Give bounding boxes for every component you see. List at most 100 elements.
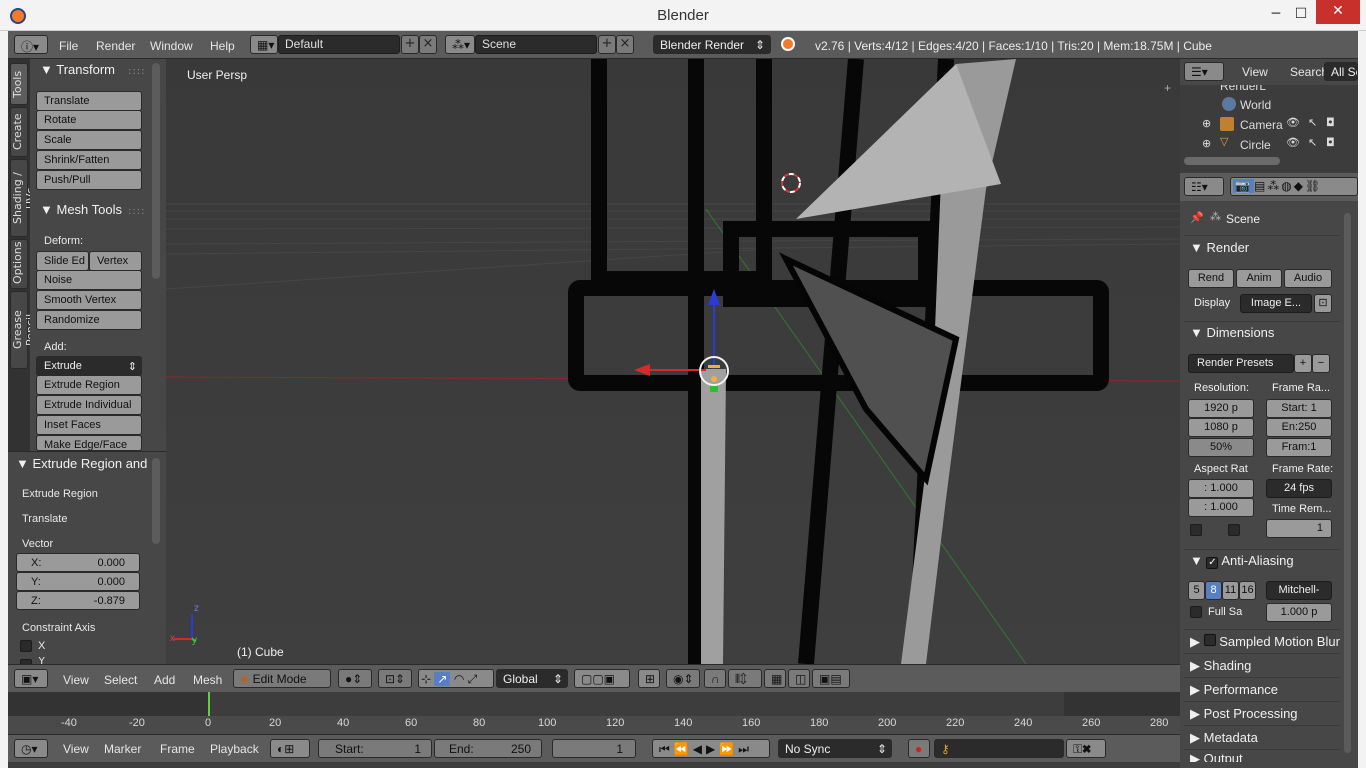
object-context-icon[interactable]: ◆: [1294, 179, 1305, 193]
proportional-edit-dropdown[interactable]: ◉⇕: [666, 669, 700, 688]
preview-range-icon[interactable]: ◐⊞: [270, 739, 310, 758]
current-frame-field[interactable]: 1: [552, 739, 636, 758]
redo-panel-header[interactable]: ▼ Extrude Region and: [16, 456, 148, 471]
aa-samples-11[interactable]: 11: [1222, 581, 1239, 600]
manipulator-toggles[interactable]: ⊹ ↗ ◠ ⤢: [418, 669, 494, 688]
tab-options[interactable]: Options: [10, 239, 28, 289]
metadata-panel-header[interactable]: ▶ Metadata: [1190, 730, 1258, 746]
motion-blur-checkbox[interactable]: [1203, 634, 1216, 646]
render-image-button[interactable]: Rend: [1188, 269, 1234, 288]
rotate-manipulator-icon[interactable]: ◠: [454, 672, 464, 686]
current-frame-marker[interactable]: [208, 692, 210, 718]
resolution-percentage-field[interactable]: 50%: [1188, 438, 1254, 457]
shrink-fatten-button[interactable]: Shrink/Fatten: [36, 150, 142, 170]
outliner-item-camera[interactable]: Camera: [1240, 118, 1283, 132]
editor-type-info-icon[interactable]: ⓘ▾: [14, 35, 48, 54]
editor-type-3d-icon[interactable]: ▣▾: [14, 669, 48, 688]
aspect-x-field[interactable]: : 1.000: [1188, 479, 1254, 498]
outliner-hscrollbar[interactable]: [1184, 157, 1280, 165]
make-edge-face-button[interactable]: Make Edge/Face: [36, 435, 142, 451]
extrude-individual-button[interactable]: Extrude Individual: [36, 395, 142, 415]
outliner-item-renderlayers[interactable]: RenderL: [1220, 85, 1266, 93]
drag-handle-icon[interactable]: ::::: [128, 206, 145, 217]
outliner-menu-view[interactable]: View: [1242, 65, 1268, 79]
aa-samples-16[interactable]: 16: [1239, 581, 1256, 600]
tab-create[interactable]: Create: [10, 107, 28, 157]
constraints-icon[interactable]: ⛓: [1305, 179, 1322, 193]
redo-scrollbar[interactable]: [152, 458, 160, 544]
remove-scene-button[interactable]: ×: [616, 35, 634, 54]
constraint-x-checkbox[interactable]: [20, 640, 32, 652]
randomize-button[interactable]: Randomize: [36, 310, 142, 330]
properties-scrollbar[interactable]: [1344, 213, 1351, 753]
render-layers-icon[interactable]: ▤: [1254, 179, 1267, 193]
viewport-shading-dropdown[interactable]: ●⇕: [338, 669, 372, 688]
render-camera-icon[interactable]: ◘: [1326, 136, 1335, 149]
resolution-y-field[interactable]: 1080 p: [1188, 418, 1254, 437]
vector-y-field[interactable]: Y: 0.000: [16, 572, 140, 591]
scene-context-icon[interactable]: ⁂: [1267, 179, 1281, 193]
3d-viewport[interactable]: User Persp (1) Cube z y x +: [166, 59, 1180, 664]
tab-shading-uvs[interactable]: Shading / UVs: [10, 159, 37, 237]
menu-view[interactable]: View: [63, 673, 89, 687]
pin-icon[interactable]: 📌: [1190, 211, 1204, 224]
world-context-icon[interactable]: ◍: [1281, 179, 1293, 193]
fps-dropdown[interactable]: 24 fps: [1266, 479, 1332, 498]
render-camera-icon[interactable]: ◘: [1326, 116, 1335, 129]
maximize-button[interactable]: ☐: [1287, 3, 1315, 25]
aspect-y-field[interactable]: : 1.000: [1188, 498, 1254, 517]
aa-samples-5[interactable]: 5: [1188, 581, 1205, 600]
end-frame-field[interactable]: End: 250: [434, 739, 542, 758]
output-panel-header[interactable]: ▶ Output: [1190, 754, 1243, 762]
snap-toggle-icon[interactable]: ∩: [704, 669, 726, 688]
filter-size-field[interactable]: 1.000 p: [1266, 603, 1332, 622]
toggle-properties-icon[interactable]: +: [1164, 81, 1171, 95]
render-engine-dropdown[interactable]: Blender Render ⇕: [653, 35, 771, 54]
aa-filter-dropdown[interactable]: Mitchell-: [1266, 581, 1332, 600]
dimensions-panel-header[interactable]: ▼ Dimensions: [1190, 325, 1274, 340]
performance-panel-header[interactable]: ▶ Performance: [1190, 682, 1278, 698]
push-pull-button[interactable]: Push/Pull: [36, 170, 142, 190]
tab-grease-pencil[interactable]: Grease Pencil: [10, 291, 37, 369]
aa-samples-8[interactable]: 8: [1205, 581, 1222, 600]
start-frame-field[interactable]: Start: 1: [318, 739, 432, 758]
scale-button[interactable]: Scale: [36, 130, 142, 150]
vector-x-field[interactable]: X: 0.000: [16, 553, 140, 572]
keying-set-field[interactable]: ⚷: [934, 739, 1064, 758]
select-cursor-icon[interactable]: ↖: [1308, 116, 1317, 129]
crop-checkbox[interactable]: [1228, 524, 1240, 536]
drag-handle-icon[interactable]: ::::: [128, 66, 145, 77]
smooth-vertex-button[interactable]: Smooth Vertex: [36, 290, 142, 310]
screen-layout-icon[interactable]: ▦▾: [250, 35, 278, 54]
motion-blur-panel-header[interactable]: ▶ Sampled Motion Blur: [1190, 634, 1340, 650]
layout-field[interactable]: Default: [278, 35, 400, 54]
slide-edge-button[interactable]: Slide Ed: [36, 251, 89, 271]
record-icon[interactable]: ●: [908, 739, 930, 758]
translate-button[interactable]: Translate: [36, 91, 142, 111]
mode-dropdown[interactable]: ◈ Edit Mode: [233, 669, 331, 688]
visibility-eye-icon[interactable]: 👁: [1286, 136, 1300, 149]
remove-preset-button[interactable]: −: [1312, 354, 1330, 373]
sync-dropdown[interactable]: No Sync ⇕: [778, 739, 892, 758]
scene-field[interactable]: Scene: [475, 35, 597, 54]
limit-selection-icon[interactable]: ⊞: [638, 669, 660, 688]
extrude-region-button[interactable]: Extrude Region: [36, 375, 142, 395]
lock-interface-icon[interactable]: ⊡: [1314, 294, 1332, 313]
menu-add[interactable]: Add: [154, 673, 175, 687]
noise-button[interactable]: Noise: [36, 270, 142, 290]
inset-faces-button[interactable]: Inset Faces: [36, 415, 142, 435]
select-mode-buttons[interactable]: ▢▢▣: [574, 669, 630, 688]
orientation-dropdown[interactable]: Global ⇕: [496, 669, 568, 688]
opengl-render-anim-icon[interactable]: ▣▤: [812, 669, 850, 688]
border-checkbox[interactable]: [1190, 524, 1202, 536]
render-context-icon[interactable]: 📷: [1233, 179, 1254, 193]
render-presets-dropdown[interactable]: Render Presets: [1188, 354, 1294, 373]
opengl-render-icon[interactable]: ◫: [788, 669, 810, 688]
menu-render[interactable]: Render: [96, 39, 135, 53]
minimize-button[interactable]: ─: [1262, 3, 1290, 25]
add-layout-button[interactable]: +: [401, 35, 419, 54]
menu-window[interactable]: Window: [150, 39, 193, 53]
pivot-point-dropdown[interactable]: ⊡⇕: [378, 669, 412, 688]
scale-manipulator-icon[interactable]: ⤢: [468, 672, 478, 686]
expand-icon[interactable]: ⊕: [1202, 117, 1211, 130]
